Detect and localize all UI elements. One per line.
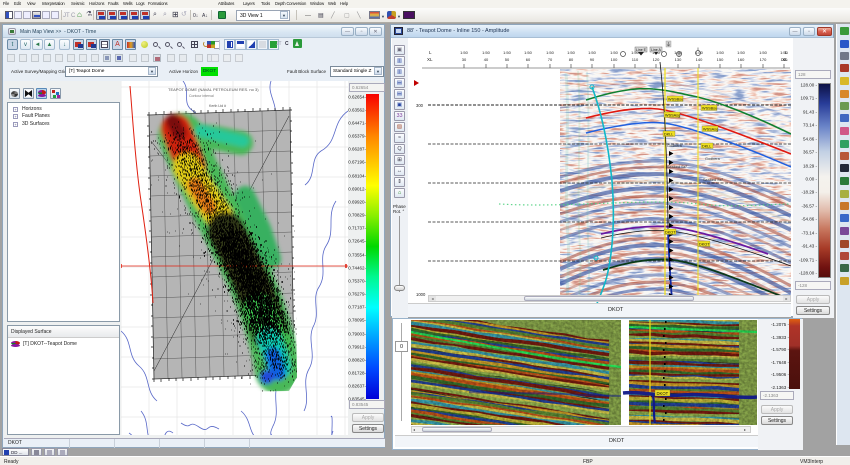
svg-text:1000: 1000	[416, 292, 426, 297]
svg-text:140: 140	[696, 57, 703, 62]
svg-text:70: 70	[548, 57, 553, 62]
svg-text:1:50: 1:50	[524, 50, 533, 55]
svg-text:DKLL: DKLL	[664, 132, 674, 136]
svg-text:Line A: Line A	[651, 48, 661, 52]
svg-text:1:50: 1:50	[610, 50, 619, 55]
svg-text:100: 100	[611, 57, 618, 62]
svg-text:1:50: 1:50	[759, 50, 768, 55]
svg-text:120: 120	[653, 57, 660, 62]
svg-text:DKOT: DKOT	[665, 230, 676, 234]
svg-text:WSSBsu: WSSBsu	[668, 97, 683, 101]
svg-text:Seabed Ss²: Seabed Ss²	[703, 178, 724, 182]
svg-text:DKLL: DKLL	[702, 144, 712, 148]
svg-text:WSSAsg: WSSAsg	[665, 113, 680, 117]
svg-text:60: 60	[526, 57, 531, 62]
svg-text:WSSBsu: WSSBsu	[702, 106, 717, 110]
svg-text:Contour interval: Contour interval	[189, 94, 214, 98]
svg-text:L: L	[429, 50, 432, 55]
svg-text:1:50: 1:50	[588, 50, 597, 55]
svg-text:50: 50	[505, 57, 510, 62]
svg-text:130: 130	[675, 57, 682, 62]
svg-text:150: 150	[717, 57, 724, 62]
svg-text:Kerth Ltd #: Kerth Ltd #	[209, 104, 226, 108]
svg-text:30: 30	[462, 57, 467, 62]
svg-text:40: 40	[484, 57, 489, 62]
svg-text:Godbera: Godbera	[667, 144, 683, 148]
svg-text:300: 300	[416, 103, 424, 108]
svg-text:80: 80	[569, 57, 574, 62]
svg-text:170: 170	[760, 57, 767, 62]
svg-text:1:50: 1:50	[716, 50, 725, 55]
svg-text:110: 110	[632, 57, 639, 62]
svg-text:WSSAsg: WSSAsg	[703, 127, 718, 131]
svg-text:1:50: 1:50	[546, 50, 555, 55]
svg-text:TEAPOT DOME (NAVAL PETROLEUM R: TEAPOT DOME (NAVAL PETROLEUM RES. no 3)	[168, 87, 259, 92]
svg-text:1:50: 1:50	[460, 50, 469, 55]
svg-text:DKOT: DKOT	[657, 391, 669, 396]
svg-text:1:50: 1:50	[567, 50, 576, 55]
svg-text:XL: XL	[427, 57, 433, 62]
svg-text:160: 160	[738, 57, 745, 62]
svg-text:Seabed Ss²: Seabed Ss²	[667, 165, 688, 169]
svg-text:Godbera: Godbera	[705, 157, 721, 161]
svg-text:1:50: 1:50	[482, 50, 491, 55]
svg-text:XL: XL	[782, 57, 788, 62]
svg-text:1:50: 1:50	[737, 50, 746, 55]
svg-text:1:50: 1:50	[503, 50, 512, 55]
svg-text:Line E: Line E	[636, 48, 647, 52]
svg-text:90: 90	[590, 57, 595, 62]
svg-text:DKOT: DKOT	[699, 242, 710, 246]
